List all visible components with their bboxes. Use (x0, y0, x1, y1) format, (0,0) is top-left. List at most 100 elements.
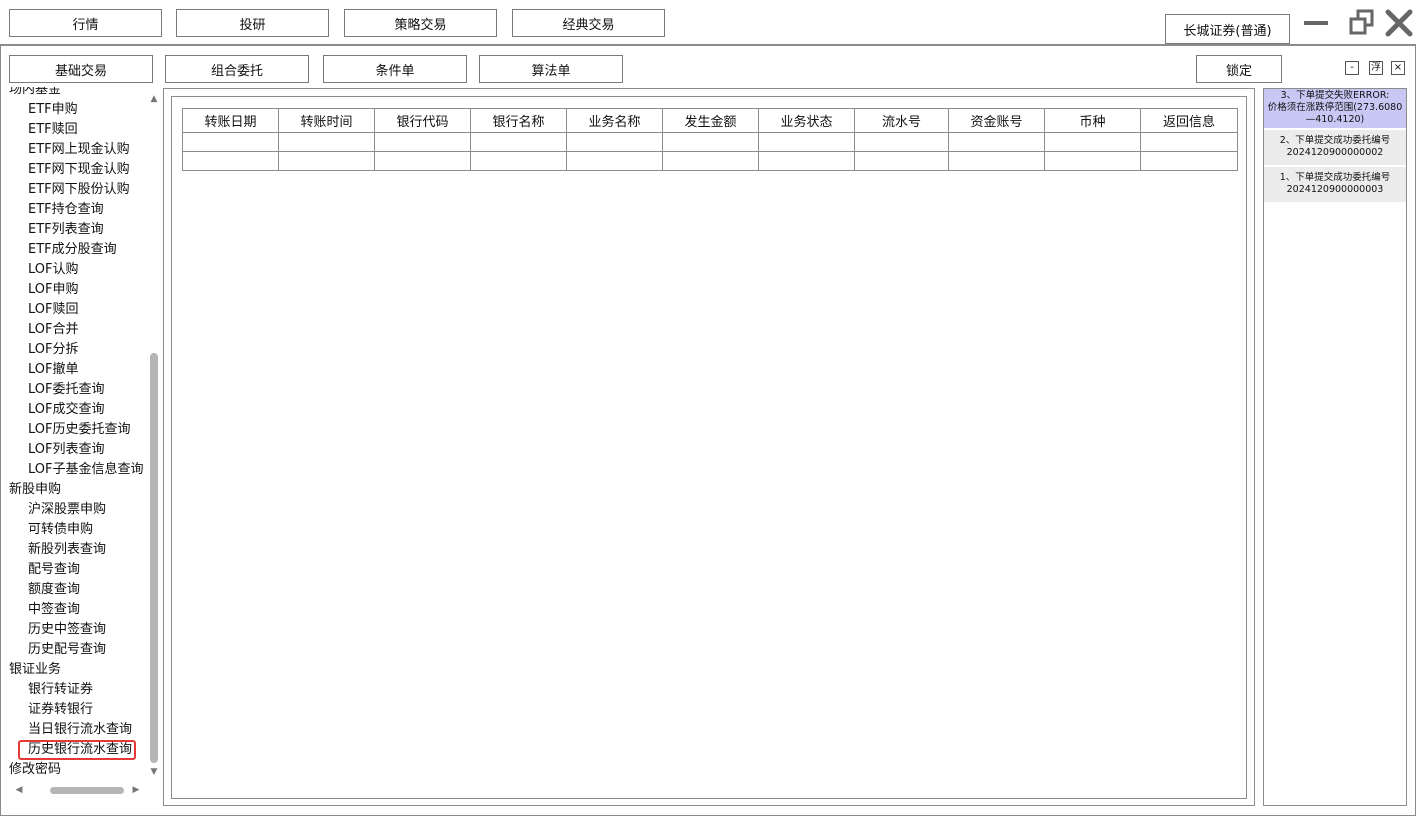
tree-item[interactable]: ETF网下股份认购 (8, 180, 151, 200)
tree-item-label: 场内基金 (9, 87, 62, 97)
column-header[interactable]: 业务名称 (566, 108, 663, 133)
scroll-right-arrow-icon[interactable]: ▶ (131, 785, 141, 795)
table-cell (1140, 151, 1238, 171)
tree-item[interactable]: ETF成分股查询 (8, 240, 151, 260)
tree-item-label: 中签查询 (28, 602, 81, 617)
message-line: —410.4120) (1305, 114, 1365, 125)
column-header[interactable]: 发生金额 (662, 108, 759, 133)
tree-item[interactable]: LOF成交查询 (8, 400, 151, 420)
tree-item[interactable]: 历史配号查询 (8, 640, 151, 660)
tree-item-label: 银行转证券 (28, 682, 94, 697)
tree-item[interactable]: ETF赎回 (8, 120, 151, 140)
table-cell (1140, 132, 1238, 152)
nav-quotes-button[interactable]: 行情 (9, 9, 162, 37)
lock-button[interactable]: 锁定 (1196, 55, 1282, 83)
table-row[interactable] (182, 132, 1238, 152)
tree-item-label: LOF历史委托查询 (28, 422, 131, 437)
table-cell (182, 132, 279, 152)
column-header[interactable]: 返回信息 (1140, 108, 1238, 133)
tree-item-label: ETF网下现金认购 (28, 162, 130, 177)
tree-item[interactable]: 中签查询 (8, 600, 151, 620)
tree-item-label: ETF网下股份认购 (28, 182, 130, 197)
tree-item[interactable]: LOF撤单 (8, 360, 151, 380)
tree-item-label: LOF赎回 (28, 302, 79, 317)
tree-group[interactable]: 场内基金 (8, 87, 151, 100)
tree-item-label: 历史配号查询 (28, 642, 107, 657)
scroll-down-arrow-icon[interactable]: ▼ (149, 767, 159, 777)
column-header[interactable]: 转账日期 (182, 108, 279, 133)
tree-horizontal-scrollbar[interactable]: ◀ ▶ (8, 783, 148, 797)
top-nav: 行情 投研 策略交易 经典交易 长城证券(普通) (0, 0, 1416, 46)
tab-basic-trading[interactable]: 基础交易 (9, 55, 153, 83)
tree-item-label: LOF分拆 (28, 342, 79, 357)
tree-group[interactable]: 新股申购 (8, 480, 151, 500)
tree-item[interactable]: 历史中签查询 (8, 620, 151, 640)
close-icon[interactable] (1384, 8, 1414, 38)
table-cell (278, 132, 375, 152)
tree-item[interactable]: 配号查询 (8, 560, 151, 580)
tree-item[interactable]: LOF赎回 (8, 300, 151, 320)
tab-portfolio-order[interactable]: 组合委托 (165, 55, 309, 83)
column-header[interactable]: 转账时间 (278, 108, 375, 133)
column-header[interactable]: 银行代码 (374, 108, 471, 133)
tree-item[interactable]: LOF列表查询 (8, 440, 151, 460)
column-header[interactable]: 流水号 (854, 108, 949, 133)
tree-item[interactable]: 可转债申购 (8, 520, 151, 540)
scroll-thumb[interactable] (150, 353, 158, 763)
tree-item-label: 银证业务 (9, 662, 62, 677)
tree-item[interactable]: LOF认购 (8, 260, 151, 280)
column-header[interactable]: 业务状态 (758, 108, 855, 133)
tree-item-label: ETF申购 (28, 102, 78, 117)
tree-item[interactable]: LOF子基金信息查询 (8, 460, 151, 480)
tree-item[interactable]: ETF列表查询 (8, 220, 151, 240)
tree-item[interactable]: ETF申购 (8, 100, 151, 120)
nav-strategy-trading-button[interactable]: 策略交易 (344, 9, 497, 37)
bank-transfer-history-table: 转账日期 转账时间 银行代码 银行名称 业务名称 发生金额 业务状态 流水号 资金账号 币种 返回信… (182, 108, 1238, 171)
tree-item-label: 可转债申购 (28, 522, 94, 537)
scroll-thumb-horizontal[interactable] (50, 787, 124, 794)
tree-item[interactable]: 当日银行流水查询 (8, 720, 151, 740)
tree-group[interactable]: 银证业务 (8, 660, 151, 680)
tree-item-label: LOF委托查询 (28, 382, 105, 397)
tree-group[interactable]: 修改密码 (8, 760, 151, 780)
restore-icon[interactable] (1347, 8, 1377, 38)
scroll-up-arrow-icon[interactable]: ▲ (149, 94, 159, 104)
column-header[interactable]: 银行名称 (470, 108, 567, 133)
table-cell (278, 151, 375, 171)
tree-item-label: LOF申购 (28, 282, 79, 297)
broker-account-selector[interactable]: 长城证券(普通) (1165, 14, 1290, 44)
column-header[interactable]: 资金账号 (948, 108, 1045, 133)
nav-research-button[interactable]: 投研 (176, 9, 329, 37)
panel-minimize-button[interactable]: - (1345, 61, 1359, 75)
tree-item-label: LOF成交查询 (28, 402, 105, 417)
tree-item[interactable]: ETF持仓查询 (8, 200, 151, 220)
tab-conditional-order[interactable]: 条件单 (323, 55, 467, 83)
tab-algo-order[interactable]: 算法单 (479, 55, 623, 83)
tree-item[interactable]: 历史银行流水查询 (8, 740, 151, 760)
nav-classic-trading-button[interactable]: 经典交易 (512, 9, 665, 37)
tree-item[interactable]: ETF网上现金认购 (8, 140, 151, 160)
panel-close-button[interactable]: × (1391, 61, 1405, 75)
tree-item[interactable]: LOF申购 (8, 280, 151, 300)
tree-vertical-scrollbar[interactable]: ▲ ▼ (147, 87, 161, 780)
tree-item-label: 新股列表查询 (28, 542, 107, 557)
column-header[interactable]: 币种 (1044, 108, 1141, 133)
panel-float-button[interactable]: 浮 (1369, 61, 1383, 75)
success-message: 2、下单提交成功委托编号 2024120900000002 (1264, 128, 1406, 165)
tree-item[interactable]: 证券转银行 (8, 700, 151, 720)
tree-item[interactable]: LOF历史委托查询 (8, 420, 151, 440)
tree-item[interactable]: 新股列表查询 (8, 540, 151, 560)
tree-item[interactable]: ETF网下现金认购 (8, 160, 151, 180)
tree-item[interactable]: 银行转证券 (8, 680, 151, 700)
table-row[interactable] (182, 151, 1238, 171)
scroll-left-arrow-icon[interactable]: ◀ (14, 785, 24, 795)
tree-item[interactable]: 沪深股票申购 (8, 500, 151, 520)
query-result-panel (171, 96, 1247, 799)
tree-item[interactable]: LOF合并 (8, 320, 151, 340)
tree-item-label: 配号查询 (28, 562, 81, 577)
table-cell (948, 151, 1045, 171)
minimize-icon[interactable] (1302, 8, 1332, 38)
tree-item[interactable]: LOF委托查询 (8, 380, 151, 400)
tree-item[interactable]: LOF分拆 (8, 340, 151, 360)
tree-item[interactable]: 额度查询 (8, 580, 151, 600)
